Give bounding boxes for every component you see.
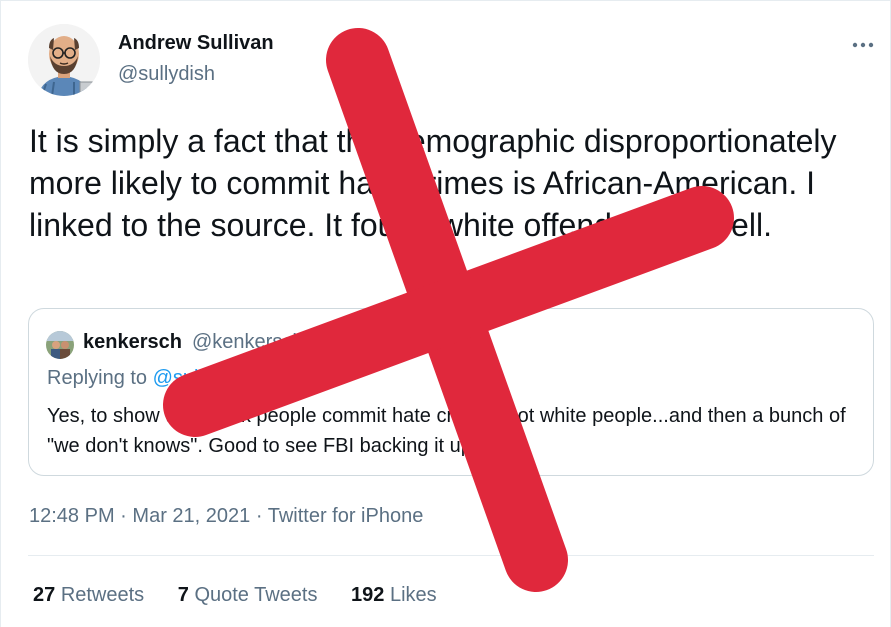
quote-tweets-stat[interactable]: 7 Quote Tweets bbox=[178, 584, 318, 607]
author-avatar[interactable] bbox=[28, 24, 100, 96]
replying-to-label: Replying to bbox=[47, 367, 148, 389]
tweet-meta: 12:48 PM · Mar 21, 2021 · Twitter for iP… bbox=[29, 505, 423, 528]
quoted-author-handle: @kenkersch bbox=[192, 331, 304, 353]
likes-count: 192 bbox=[351, 584, 385, 606]
tweet-source[interactable]: Twitter for iPhone bbox=[268, 505, 424, 527]
meta-separator-1: · bbox=[120, 505, 127, 527]
quote-tweets-count: 7 bbox=[177, 584, 189, 606]
engagement-stats: 27 Retweets 7 Quote Tweets 192 Likes bbox=[33, 584, 465, 607]
quoted-tweet-card[interactable]: kenkersch @kenkersch Replying to @sullyd… bbox=[28, 308, 874, 476]
quoted-tweet-text: Yes, to show that black people commit ha… bbox=[47, 405, 846, 457]
likes-label: Likes bbox=[389, 584, 437, 606]
more-horizontal-icon[interactable] bbox=[848, 30, 878, 60]
frame-border-left bbox=[0, 0, 1, 627]
quoted-avatar-photo bbox=[46, 331, 74, 359]
frame-border-top bbox=[0, 0, 891, 1]
retweets-stat[interactable]: 27 Retweets bbox=[33, 584, 144, 607]
quoted-author-avatar bbox=[46, 331, 74, 359]
quote-tweets-label: Quote Tweets bbox=[194, 584, 318, 606]
retweets-label: Retweets bbox=[60, 584, 145, 606]
likes-stat[interactable]: 192 Likes bbox=[351, 584, 437, 607]
stats-divider bbox=[28, 555, 874, 556]
retweets-count: 27 bbox=[33, 584, 56, 606]
tweet-date[interactable]: Mar 21, 2021 bbox=[132, 505, 250, 527]
quoted-author-name: kenkersch bbox=[83, 331, 182, 353]
tweet-time[interactable]: 12:48 PM bbox=[29, 505, 115, 527]
avatar-illustration bbox=[28, 24, 100, 96]
author-handle[interactable]: @sullydish bbox=[118, 63, 215, 86]
replying-to-mention[interactable]: @sullydish bbox=[153, 367, 250, 389]
meta-separator-2: · bbox=[255, 505, 263, 527]
tweet-screenshot: Andrew Sullivan @sullydish It is simply … bbox=[0, 0, 891, 627]
replying-to-line: Replying to @sullydish bbox=[47, 367, 250, 390]
tweet-text: It is simply a fact that the demographic… bbox=[29, 123, 837, 243]
author-name[interactable]: Andrew Sullivan bbox=[118, 32, 274, 55]
